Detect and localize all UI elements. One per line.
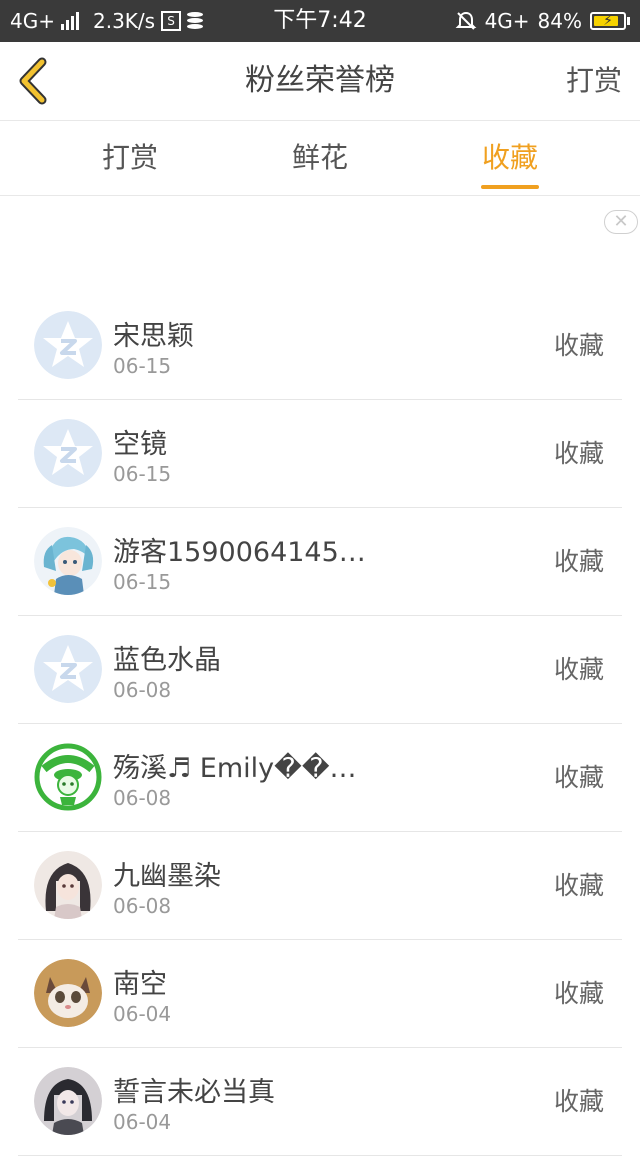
list-item[interactable]: 蓝色水晶 06-08 收藏 [18, 616, 622, 724]
item-action-label: 收藏 [553, 547, 604, 576]
avatar [34, 743, 102, 811]
user-name: 誓言未必当真 [113, 1077, 275, 1108]
tab-reward[interactable]: 打赏 [60, 121, 200, 195]
default-avatar-star-icon [34, 419, 102, 487]
green-badge-avatar-image [34, 743, 102, 811]
item-date: 06-15 [113, 570, 172, 594]
close-icon: ✕ [613, 211, 629, 232]
avatar [34, 419, 102, 487]
default-avatar-star-icon [34, 635, 102, 703]
anime-girl-avatar-image [34, 851, 102, 919]
network-speed: 2.3K/s [92, 9, 156, 33]
item-action-label: 收藏 [553, 979, 604, 1008]
tab-favorites[interactable]: 收藏 [440, 121, 580, 195]
reward-button[interactable]: 打赏 [566, 42, 622, 120]
active-tab-indicator [481, 185, 539, 189]
chevron-left-icon [19, 57, 47, 105]
list-item[interactable]: 誓言未必当真 06-04 收藏 [18, 1048, 622, 1156]
battery-icon: ⚡ [590, 12, 630, 30]
cat-avatar-image [34, 959, 102, 1027]
battery-percent: 84% [537, 9, 582, 33]
item-date: 06-04 [113, 1002, 172, 1026]
user-name: 空镜 [113, 429, 167, 460]
network-label: 4G+ [10, 9, 55, 33]
user-name: 宋思颖 [113, 321, 194, 352]
avatar [34, 851, 102, 919]
list-item[interactable]: 游客1590064145… 06-15 收藏 [18, 508, 622, 616]
user-name: 南空 [113, 969, 167, 1000]
s-app-icon: S [161, 11, 182, 31]
list-item[interactable]: 宋思颖 06-15 收藏 [18, 292, 622, 400]
anime-dark-avatar-image [34, 1067, 102, 1135]
anime-avatar-image [34, 527, 102, 595]
close-ad-button[interactable]: ✕ [604, 210, 638, 234]
item-date: 06-04 [113, 1110, 172, 1134]
user-name: 九幽墨染 [113, 861, 221, 892]
page-title: 粉丝荣誉榜 [245, 63, 395, 98]
status-bar: 4G+ 2.3K/s S 下午7:42 4G+ 84% ⚡ [0, 0, 640, 42]
item-date: 06-08 [113, 678, 172, 702]
tab-bar: 打赏 鲜花 收藏 [0, 121, 640, 196]
item-action-label: 收藏 [553, 439, 604, 468]
list-item[interactable]: 九幽墨染 06-08 收藏 [18, 832, 622, 940]
item-action-label: 收藏 [553, 763, 604, 792]
fan-list: 宋思颖 06-15 收藏 空镜 06-15 收藏 游客1590064145… 0… [18, 292, 622, 1156]
item-date: 06-08 [113, 786, 172, 810]
nav-bar: 粉丝荣誉榜 打赏 [0, 42, 640, 121]
tab-flowers[interactable]: 鲜花 [250, 121, 390, 195]
item-date: 06-15 [113, 354, 172, 378]
back-button[interactable] [12, 54, 62, 108]
avatar [34, 1067, 102, 1135]
avatar [34, 959, 102, 1027]
list-item[interactable]: 殇溪♬ Emily��… 06-08 收藏 [18, 724, 622, 832]
signal-icon [60, 12, 79, 30]
list-item[interactable]: 空镜 06-15 收藏 [18, 400, 622, 508]
item-action-label: 收藏 [553, 1087, 604, 1116]
avatar [34, 311, 102, 379]
item-action-label: 收藏 [553, 331, 604, 360]
list-item[interactable]: 南空 06-04 收藏 [18, 940, 622, 1048]
item-action-label: 收藏 [553, 655, 604, 684]
default-avatar-star-icon [34, 311, 102, 379]
avatar [34, 527, 102, 595]
database-icon [187, 12, 204, 30]
user-name: 蓝色水晶 [113, 645, 221, 676]
user-name: 殇溪♬ Emily��… [113, 753, 357, 784]
item-date: 06-15 [113, 462, 172, 486]
item-action-label: 收藏 [553, 871, 604, 900]
user-name: 游客1590064145… [113, 537, 366, 568]
alarm-off-icon [455, 11, 476, 30]
network-label-2: 4G+ [484, 9, 530, 33]
item-date: 06-08 [113, 894, 172, 918]
avatar [34, 635, 102, 703]
